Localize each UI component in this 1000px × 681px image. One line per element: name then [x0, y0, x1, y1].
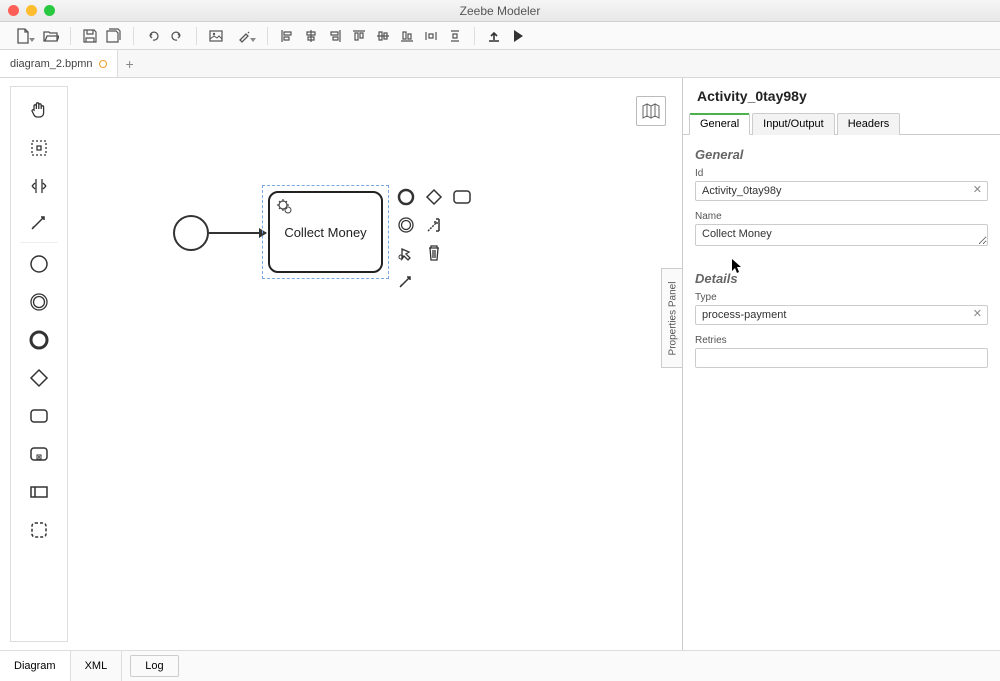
file-tabs: diagram_2.bpmn + — [0, 50, 1000, 78]
new-file-button[interactable] — [8, 25, 38, 47]
end-event-tool[interactable] — [20, 321, 58, 359]
align-center-button[interactable] — [300, 25, 322, 47]
file-tab[interactable]: diagram_2.bpmn — [0, 50, 118, 77]
color-button[interactable] — [229, 25, 259, 47]
name-label: Name — [695, 211, 988, 222]
clear-id-button[interactable]: ✕ — [973, 183, 982, 196]
subprocess-tool[interactable] — [20, 435, 58, 473]
diagram-canvas[interactable]: Collect Money Properties Panel — [68, 78, 682, 650]
properties-element-name: Activity_0tay98y — [683, 78, 1000, 112]
bottom-bar: Diagram XML Log — [0, 650, 1000, 681]
properties-panel-toggle[interactable]: Properties Panel — [661, 268, 683, 368]
properties-panel: Activity_0tay98y General Input/Output He… — [682, 78, 1000, 650]
distribute-v-button[interactable] — [444, 25, 466, 47]
pool-tool[interactable] — [20, 473, 58, 511]
unsaved-indicator-icon — [99, 60, 107, 68]
toolbar — [0, 22, 1000, 50]
run-button[interactable] — [507, 25, 529, 47]
minimap-button[interactable] — [636, 96, 666, 126]
service-task-icon — [276, 198, 294, 216]
deploy-button[interactable] — [483, 25, 505, 47]
distribute-h-button[interactable] — [420, 25, 442, 47]
id-input[interactable] — [695, 181, 988, 201]
titlebar: Zeebe Modeler — [0, 0, 1000, 22]
redo-button[interactable] — [166, 25, 188, 47]
properties-panel-toggle-label: Properties Panel — [667, 281, 678, 355]
minimize-window-button[interactable] — [26, 5, 37, 16]
lasso-tool[interactable] — [20, 129, 58, 167]
align-top-button[interactable] — [348, 25, 370, 47]
start-event-tool[interactable] — [20, 245, 58, 283]
hand-tool[interactable] — [20, 91, 58, 129]
bpmn-sequence-flow[interactable] — [209, 232, 266, 234]
section-general: General — [695, 147, 988, 162]
intermediate-event-tool[interactable] — [20, 283, 58, 321]
bottom-tab-diagram[interactable]: Diagram — [0, 651, 71, 681]
append-intermediate-event-button[interactable] — [393, 212, 419, 238]
space-tool[interactable] — [20, 167, 58, 205]
close-window-button[interactable] — [8, 5, 19, 16]
maximize-window-button[interactable] — [44, 5, 55, 16]
group-tool[interactable] — [20, 511, 58, 549]
bpmn-service-task[interactable]: Collect Money — [268, 191, 383, 273]
id-label: Id — [695, 168, 988, 179]
open-file-button[interactable] — [40, 25, 62, 47]
delete-button[interactable] — [421, 240, 447, 266]
file-tab-name: diagram_2.bpmn — [10, 58, 93, 70]
save-all-button[interactable] — [103, 25, 125, 47]
context-pad — [393, 184, 475, 294]
bottom-tab-xml[interactable]: XML — [71, 651, 123, 681]
append-end-event-button[interactable] — [393, 184, 419, 210]
add-tab-button[interactable]: + — [118, 50, 142, 77]
align-middle-button[interactable] — [372, 25, 394, 47]
gateway-tool[interactable] — [20, 359, 58, 397]
clear-type-button[interactable]: ✕ — [973, 307, 982, 320]
type-input[interactable] — [695, 305, 988, 325]
append-gateway-button[interactable] — [421, 184, 447, 210]
retries-label: Retries — [695, 335, 988, 346]
tool-palette — [10, 86, 68, 642]
image-button[interactable] — [205, 25, 227, 47]
bpmn-start-event[interactable] — [173, 215, 209, 251]
change-type-button[interactable] — [393, 240, 419, 266]
log-button[interactable]: Log — [130, 655, 178, 677]
properties-tabs: General Input/Output Headers — [683, 112, 1000, 135]
save-button[interactable] — [79, 25, 101, 47]
connect-tool[interactable] — [20, 205, 58, 243]
retries-input[interactable] — [695, 348, 988, 368]
task-label: Collect Money — [284, 225, 366, 240]
append-task-button[interactable] — [449, 184, 475, 210]
task-tool[interactable] — [20, 397, 58, 435]
properties-tab-general[interactable]: General — [689, 113, 750, 135]
section-details: Details — [695, 271, 988, 286]
undo-button[interactable] — [142, 25, 164, 47]
name-input[interactable] — [695, 224, 988, 246]
properties-tab-input-output[interactable]: Input/Output — [752, 113, 835, 135]
window-title: Zeebe Modeler — [0, 4, 1000, 18]
type-label: Type — [695, 292, 988, 303]
align-left-button[interactable] — [276, 25, 298, 47]
connect-button[interactable] — [393, 268, 419, 294]
align-right-button[interactable] — [324, 25, 346, 47]
align-bottom-button[interactable] — [396, 25, 418, 47]
properties-tab-headers[interactable]: Headers — [837, 113, 901, 135]
annotation-button[interactable] — [421, 212, 447, 238]
